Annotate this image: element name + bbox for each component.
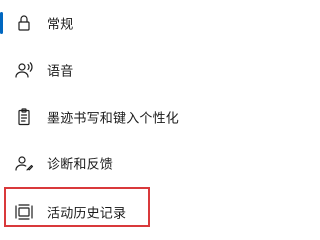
nav-item-label: 活动历史记录 <box>47 206 127 222</box>
activity-history-icon <box>13 201 35 223</box>
nav-item-label: 语音 <box>47 64 74 80</box>
nav-item-general[interactable]: 常规 <box>0 3 314 43</box>
nav-item-activity-history[interactable]: 活动历史记录 <box>0 192 314 232</box>
nav-item-speech[interactable]: 语音 <box>0 50 314 90</box>
clipboard-pen-icon <box>13 106 35 128</box>
nav-item-diagnostics-feedback[interactable]: 诊断和反馈 <box>0 143 314 183</box>
settings-privacy-nav: 常规 语音 墨迹书写和键入个性化 诊断和反馈 活动历史记录 <box>0 0 314 233</box>
nav-item-label: 诊断和反馈 <box>47 157 114 173</box>
nav-item-inking-typing[interactable]: 墨迹书写和键入个性化 <box>0 97 314 137</box>
person-feedback-icon <box>13 152 35 174</box>
speech-icon <box>13 59 35 81</box>
lock-icon <box>13 12 35 34</box>
nav-item-label: 常规 <box>47 17 74 33</box>
nav-item-label: 墨迹书写和键入个性化 <box>47 111 180 127</box>
